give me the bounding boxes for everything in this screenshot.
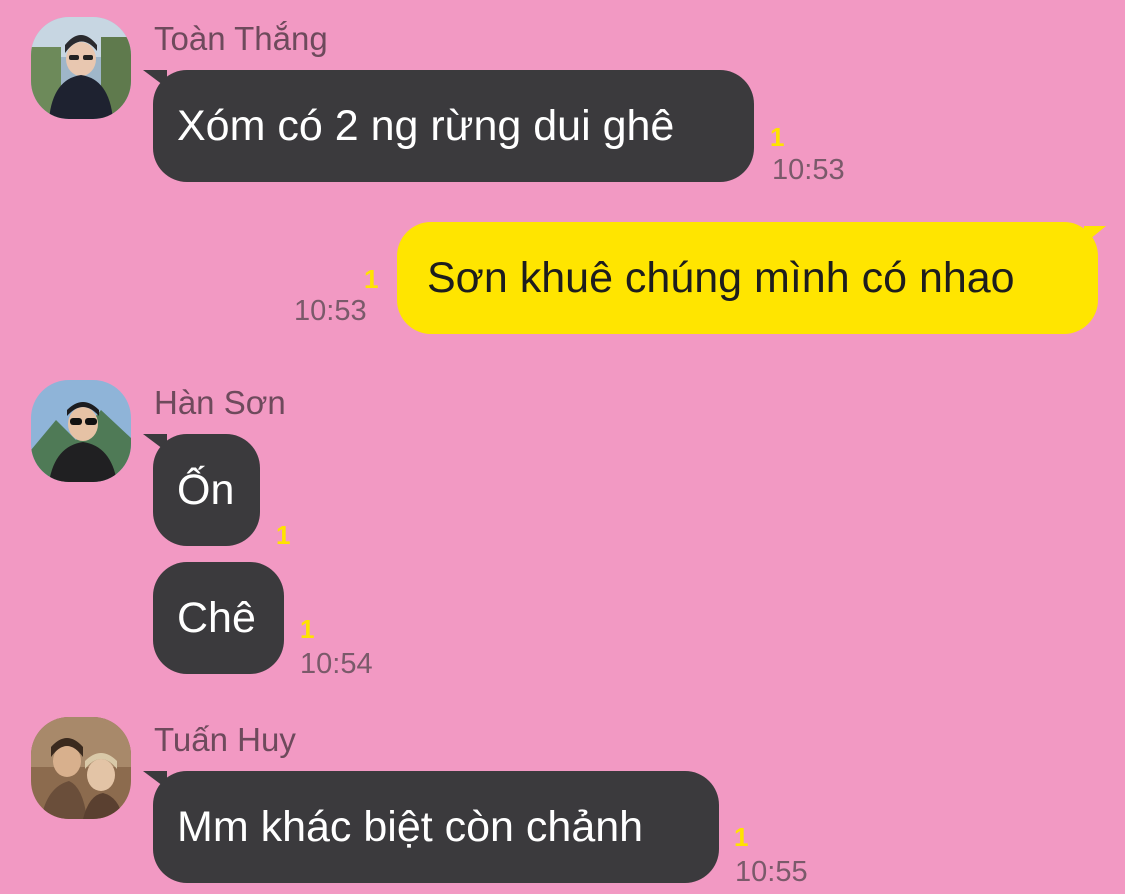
unread-count: 1 (300, 614, 315, 644)
message-text: Ốn (177, 465, 235, 514)
avatar-photo-icon (31, 17, 131, 119)
sender-name: Tuấn Huy (154, 721, 296, 758)
unread-count: 1 (770, 122, 785, 152)
message-timestamp: 10:53 (294, 295, 367, 327)
message-bubble[interactable]: Xóm có 2 ng rừng dui ghê (153, 70, 754, 182)
unread-count: 1 (276, 520, 291, 550)
unread-count: 1 (734, 822, 749, 852)
message-text: Xóm có 2 ng rừng dui ghê (177, 101, 675, 150)
unread-count: 1 (364, 264, 379, 294)
avatar-tuan-huy[interactable] (31, 717, 131, 819)
message-bubble[interactable]: Ốn (153, 434, 260, 546)
message-timestamp: 10:55 (735, 856, 808, 888)
sender-name: Hàn Sơn (154, 384, 286, 421)
avatar-photo-icon (31, 380, 131, 482)
message-timestamp: 10:53 (772, 154, 845, 186)
message-text: Chê (177, 593, 256, 642)
message-text: Sơn khuê chúng mình có nhao (427, 253, 1015, 302)
message-bubble-outgoing[interactable]: Sơn khuê chúng mình có nhao (397, 222, 1098, 334)
message-bubble[interactable]: Chê (153, 562, 284, 674)
message-bubble[interactable]: Mm khác biệt còn chảnh (153, 771, 719, 883)
avatar-han-son[interactable] (31, 380, 131, 482)
avatar-photo-icon (31, 717, 131, 819)
message-timestamp: 10:54 (300, 648, 373, 680)
message-text: Mm khác biệt còn chảnh (177, 802, 644, 851)
sender-name: Toàn Thắng (154, 20, 328, 57)
bubble-tail (1084, 226, 1106, 244)
avatar-toan-thang[interactable] (31, 17, 131, 119)
